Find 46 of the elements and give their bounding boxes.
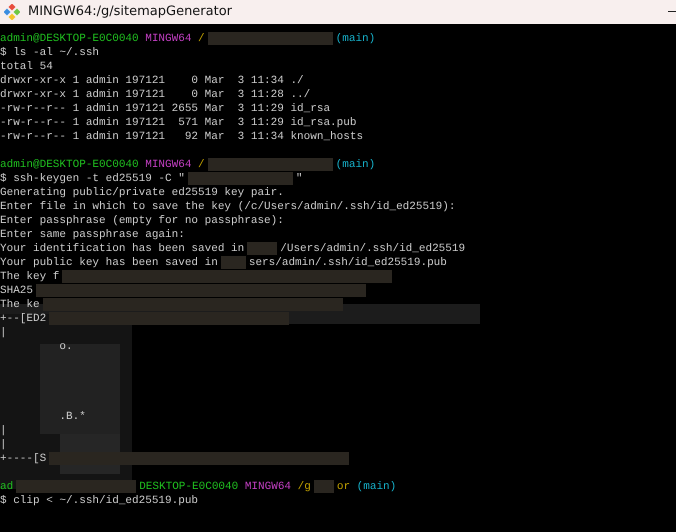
prompt-user: admin@DESKTOP-E0C0040 [0,158,139,172]
prompt-path: / [198,158,205,172]
git-branch: (main) [336,32,376,46]
terminal-text: $ ssh-keygen -t ed25519 -C " [0,172,185,186]
terminal-text: /Users/admin/.ssh/id_ed25519 [280,242,466,256]
terminal-text: Enter passphrase (empty for no passphrase): [0,214,284,228]
terminal-text: total 54 [0,60,53,74]
terminal-text: o. [58,340,73,354]
terminal-text: The ke [0,298,40,312]
terminal-text: $ ls -al ~/.ssh [0,46,100,60]
git-branch: (main) [336,158,376,172]
minimize-icon[interactable] [668,11,676,13]
terminal-text: -rw-r--r-- 1 admin 197121 92 Mar 3 11:34 known_hosts [0,130,364,144]
terminal-text: SHA25 [0,284,34,298]
window-title: MINGW64:/g/sitemapGenerator [28,3,232,22]
terminal-text: | [0,438,7,452]
terminal-text: +--[ED2 [0,312,46,326]
prompt-shell: MINGW64 [145,32,192,46]
terminal-text: The key f [0,270,60,284]
terminal-text: $ clip < ~/.ssh/id_ed25519.pub [0,494,198,508]
prompt-shell: MINGW64 [145,158,192,172]
terminal-text: Generating public/private ed25519 key pair. [0,186,284,200]
terminal-text: -rw-r--r-- 1 admin 197121 2655 Mar 3 11:29 id_rsa [0,102,330,116]
prompt-path: or [336,480,350,494]
app-icon [4,4,20,20]
redaction-mark [247,242,278,255]
terminal-text: drwxr-xr-x 1 admin 197121 0 Mar 3 11:34 ./ [0,74,304,88]
terminal-text: sers/admin/.ssh/id_ed25519.pub [248,256,447,270]
prompt-path: /g [298,480,311,494]
prompt-user: DESKTOP-E0C0040 [139,480,238,494]
prompt-user: admin@DESKTOP-E0C0040 [0,32,139,46]
terminal-text: Enter file in which to save the key (/c/Users/admin/.ssh/id_ed25519): [0,200,456,214]
terminal-text: -rw-r--r-- 1 admin 197121 571 Mar 3 11:29 id_rsa.pub [0,116,356,130]
terminal-text: Your public key has been saved in [0,256,218,270]
prompt-path: / [198,32,205,46]
terminal-text: +----[S [0,452,46,466]
terminal-text: | [0,424,7,438]
terminal-text: | [0,326,7,340]
terminal-text: Your identification has been saved in [0,242,244,256]
prompt-user: ad [0,480,14,494]
git-branch: (main) [356,480,396,494]
terminal-text: Enter same passphrase again: [0,228,185,242]
prompt-shell: MINGW64 [244,480,292,494]
terminal-text: drwxr-xr-x 1 admin 197121 0 Mar 3 11:28 ../ [0,88,310,102]
terminal-text: " [296,172,302,186]
terminal-text: .B.* [58,410,86,424]
